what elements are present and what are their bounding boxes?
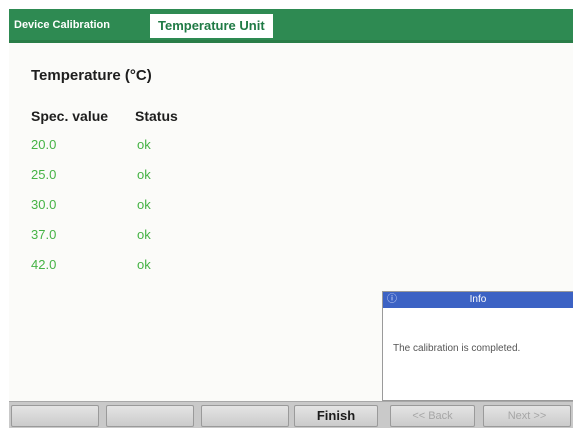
table-row: 37.0 ok <box>9 224 309 254</box>
table-row: 25.0 ok <box>9 164 309 194</box>
page-title: Temperature (°C) <box>31 67 152 84</box>
next-button[interactable]: Next >> <box>483 405 571 427</box>
header-bar: Device Calibration Temperature Unit <box>9 9 573 43</box>
softkey-bar: Finish << Back Next >> <box>9 401 573 428</box>
table-row: 42.0 ok <box>9 254 309 284</box>
info-message: The calibration is completed. <box>393 343 521 354</box>
status-cell: ok <box>137 257 151 272</box>
breadcrumb[interactable]: Device Calibration <box>14 19 110 31</box>
table-row: 20.0 ok <box>9 134 309 164</box>
status-cell: ok <box>137 137 151 152</box>
info-box: ⓘ Info The calibration is completed. <box>382 291 573 401</box>
column-header-spec-value: Spec. value <box>31 108 109 124</box>
spec-value-cell: 37.0 <box>31 227 57 242</box>
spec-value-cell: 42.0 <box>31 257 57 272</box>
status-cell: ok <box>137 167 151 182</box>
softkey-2[interactable] <box>106 405 194 427</box>
table-row: 30.0 ok <box>9 194 309 224</box>
calibration-table: 20.0 ok 25.0 ok 30.0 ok 37.0 ok 42.0 ok <box>9 134 309 284</box>
spec-value-cell: 30.0 <box>31 197 57 212</box>
tab-temperature-unit[interactable]: Temperature Unit <box>150 14 273 38</box>
column-header-status: Status <box>135 108 178 124</box>
device-screen: Device Calibration Temperature Unit Temp… <box>9 9 573 428</box>
info-box-title: Info <box>469 294 487 305</box>
finish-button[interactable]: Finish <box>294 405 378 427</box>
softkey-3[interactable] <box>201 405 289 427</box>
softkey-1[interactable] <box>11 405 99 427</box>
spec-value-cell: 20.0 <box>31 137 57 152</box>
status-cell: ok <box>137 227 151 242</box>
spec-value-cell: 25.0 <box>31 167 57 182</box>
info-box-header: ⓘ Info <box>383 292 573 308</box>
status-cell: ok <box>137 197 151 212</box>
back-button[interactable]: << Back <box>390 405 475 427</box>
